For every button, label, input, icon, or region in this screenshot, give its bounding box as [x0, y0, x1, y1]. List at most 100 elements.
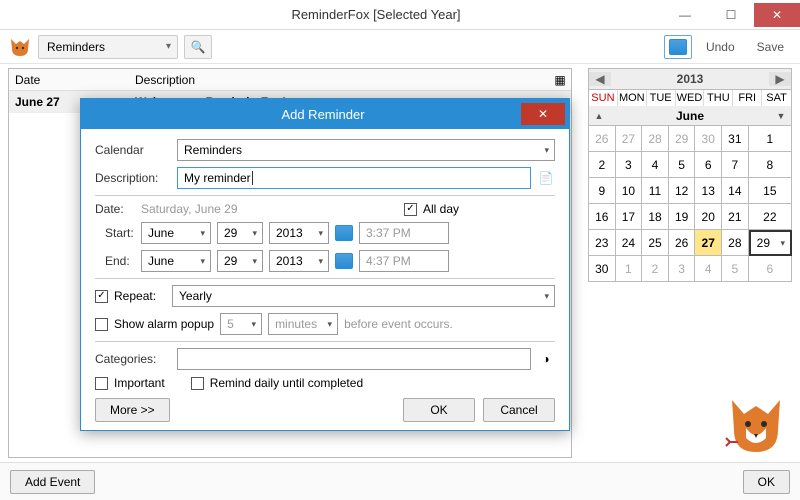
repeat-checkbox[interactable]: ✓: [95, 290, 108, 303]
end-day-select[interactable]: 29: [217, 250, 263, 272]
calendar-cell[interactable]: 29: [749, 230, 792, 256]
app-fox-icon: [8, 35, 32, 59]
calendar-cell[interactable]: 12: [669, 178, 696, 204]
calendar-cell[interactable]: 7: [722, 152, 749, 178]
event-list-header: Date Description ▦: [9, 69, 571, 91]
calendar-view-button[interactable]: [664, 35, 692, 59]
month-next[interactable]: ▼: [771, 111, 791, 121]
reminders-combo[interactable]: Reminders: [38, 35, 178, 59]
end-month-select[interactable]: June: [141, 250, 211, 272]
alarm-value-select[interactable]: 5: [220, 313, 262, 335]
calendar-cell[interactable]: 16: [589, 204, 616, 230]
calendar-cell[interactable]: 30: [695, 126, 722, 152]
dow-cell: THU: [704, 90, 733, 106]
calendar-cell[interactable]: 14: [722, 178, 749, 204]
allday-checkbox[interactable]: ✓: [404, 203, 417, 216]
copy-icon[interactable]: 📄: [537, 169, 555, 187]
calendar-cell[interactable]: 8: [749, 152, 792, 178]
undo-button[interactable]: Undo: [698, 35, 743, 59]
more-button[interactable]: More >>: [95, 398, 170, 422]
calendar-cell[interactable]: 1: [616, 256, 643, 282]
calendar-cell[interactable]: 27: [616, 126, 643, 152]
calendar-cell[interactable]: 2: [589, 152, 616, 178]
calendar-cell[interactable]: 11: [642, 178, 669, 204]
calendar-cell[interactable]: 5: [722, 256, 749, 282]
calendar-cell[interactable]: 22: [749, 204, 792, 230]
calendar-cell[interactable]: 6: [749, 256, 792, 282]
dialog-ok-button[interactable]: OK: [403, 398, 475, 422]
year-next[interactable]: ▶: [769, 72, 791, 86]
calendar-cell[interactable]: 30: [589, 256, 616, 282]
close-button[interactable]: ✕: [754, 3, 800, 27]
save-button[interactable]: Save: [749, 35, 792, 59]
minimize-button[interactable]: —: [662, 3, 708, 27]
calendar-cell[interactable]: 29: [669, 126, 696, 152]
description-input[interactable]: My reminder: [177, 167, 531, 189]
start-year-select[interactable]: 2013: [269, 222, 329, 244]
add-event-button[interactable]: Add Event: [10, 470, 95, 494]
calendar-label: Calendar: [95, 143, 171, 157]
dow-cell: TUE: [647, 90, 676, 106]
start-time-input[interactable]: 3:37 PM: [359, 222, 449, 244]
calendar-cell[interactable]: 4: [695, 256, 722, 282]
repeat-select[interactable]: Yearly: [172, 285, 555, 307]
calendar-cell[interactable]: 15: [749, 178, 792, 204]
description-label: Description:: [95, 171, 171, 185]
month-label: June: [609, 109, 771, 123]
year-prev[interactable]: ◀: [589, 72, 611, 86]
calendar-cell[interactable]: 6: [695, 152, 722, 178]
end-year-select[interactable]: 2013: [269, 250, 329, 272]
calendar-cell[interactable]: 5: [669, 152, 696, 178]
categories-input[interactable]: [177, 348, 531, 370]
allday-label: All day: [423, 202, 459, 216]
calendar-cell[interactable]: 24: [616, 230, 643, 256]
categories-label: Categories:: [95, 352, 171, 366]
alarm-checkbox[interactable]: [95, 318, 108, 331]
calendar-grid: 2627282930311234567891011121314151617181…: [588, 126, 792, 282]
calendar-cell[interactable]: 26: [589, 126, 616, 152]
calendar-cell[interactable]: 17: [616, 204, 643, 230]
main-ok-button[interactable]: OK: [743, 470, 790, 494]
alarm-unit-select[interactable]: minutes: [268, 313, 338, 335]
end-calendar-icon[interactable]: [335, 253, 353, 269]
calendar-cell[interactable]: 2: [642, 256, 669, 282]
start-month-select[interactable]: June: [141, 222, 211, 244]
start-calendar-icon[interactable]: [335, 225, 353, 241]
calendar-cell[interactable]: 3: [669, 256, 696, 282]
categories-picker-icon[interactable]: ◑: [537, 350, 555, 368]
calendar-cell[interactable]: 31: [722, 126, 749, 152]
dialog-close-button[interactable]: ✕: [521, 103, 565, 125]
start-day-select[interactable]: 29: [217, 222, 263, 244]
calendar-cell[interactable]: 4: [642, 152, 669, 178]
dialog-cancel-button[interactable]: Cancel: [483, 398, 555, 422]
calendar-cell[interactable]: 10: [616, 178, 643, 204]
remind-daily-checkbox[interactable]: [191, 377, 204, 390]
bottom-bar: Add Event OK: [0, 462, 800, 500]
important-checkbox[interactable]: [95, 377, 108, 390]
month-prev[interactable]: ▲: [589, 111, 609, 121]
calendar-cell[interactable]: 3: [616, 152, 643, 178]
repeat-label: Repeat:: [114, 289, 166, 303]
end-time-input[interactable]: 4:37 PM: [359, 250, 449, 272]
calendar-cell[interactable]: 18: [642, 204, 669, 230]
search-button[interactable]: 🔍: [184, 35, 212, 59]
calendar-cell[interactable]: 9: [589, 178, 616, 204]
columns-menu-icon[interactable]: ▦: [549, 73, 571, 87]
calendar-cell[interactable]: 19: [669, 204, 696, 230]
calendar-cell[interactable]: 28: [722, 230, 749, 256]
calendar-cell[interactable]: 27: [695, 230, 722, 256]
calendar-cell[interactable]: 1: [749, 126, 792, 152]
calendar-cell[interactable]: 13: [695, 178, 722, 204]
calendar-icon: [669, 39, 687, 55]
col-desc-header[interactable]: Description: [129, 73, 549, 87]
calendar-cell[interactable]: 23: [589, 230, 616, 256]
col-date-header[interactable]: Date: [9, 73, 129, 87]
calendar-cell[interactable]: 21: [722, 204, 749, 230]
toolbar: Reminders 🔍 Undo Save: [0, 30, 800, 64]
calendar-select[interactable]: Reminders: [177, 139, 555, 161]
calendar-cell[interactable]: 25: [642, 230, 669, 256]
calendar-cell[interactable]: 26: [669, 230, 696, 256]
calendar-cell[interactable]: 20: [695, 204, 722, 230]
maximize-button[interactable]: ☐: [708, 3, 754, 27]
calendar-cell[interactable]: 28: [642, 126, 669, 152]
